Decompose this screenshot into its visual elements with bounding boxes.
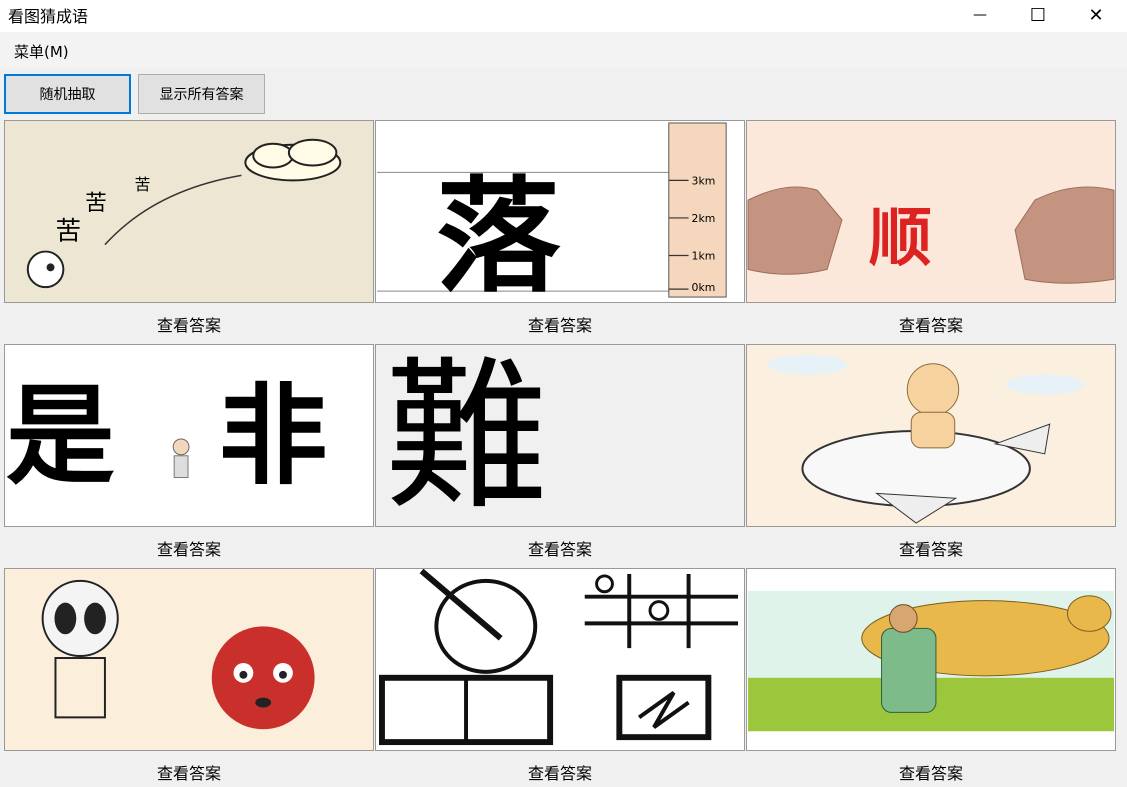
view-answer-link[interactable]: 查看答案 [4, 312, 374, 336]
title-bar: 看图猜成语 — ☐ ✕ [0, 0, 1127, 32]
ruler-label: 0km [692, 281, 716, 294]
show-all-answers-button[interactable]: 显示所有答案 [138, 74, 265, 114]
qin-qi-shu-hua-icon [379, 569, 739, 746]
close-icon: ✕ [1088, 4, 1104, 26]
view-answer-link[interactable]: 查看答案 [4, 536, 374, 560]
bitter-char: 苦 [85, 191, 107, 216]
puzzle-tile-7[interactable] [4, 568, 374, 751]
skeleton-hair-icon [41, 579, 315, 730]
puzzle-tile-9[interactable] [746, 568, 1116, 751]
view-answer-link[interactable]: 查看答案 [746, 536, 1116, 560]
shi-fei-icon: 是 非 [6, 373, 328, 500]
man-leopard-icon [748, 590, 1114, 732]
view-answer-link[interactable]: 查看答案 [4, 760, 374, 784]
view-answer-link[interactable]: 查看答案 [375, 536, 745, 560]
luo-ruler-icon: 3km 2km 1km 0km 落 [377, 122, 727, 302]
puzzle-tile-1[interactable]: 苦 苦 苦 [4, 120, 374, 303]
shi-char: 是 [6, 373, 115, 500]
nan-char: 難 [385, 345, 548, 526]
puzzle-tile-8[interactable] [375, 568, 745, 751]
view-answer-link[interactable]: 查看答案 [746, 312, 1116, 336]
close-button[interactable]: ✕ [1067, 0, 1125, 30]
ruler-label: 2km [692, 212, 716, 225]
puzzle-tile-2[interactable]: 3km 2km 1km 0km 落 [375, 120, 745, 303]
bitter-char: 苦 [55, 217, 81, 247]
shun-hands-icon: 顺 [747, 186, 1115, 284]
view-answer-link[interactable]: 查看答案 [746, 760, 1116, 784]
maximize-button[interactable]: ☐ [1009, 0, 1067, 30]
minimize-icon: — [973, 7, 987, 23]
window-title: 看图猜成语 [8, 7, 89, 26]
minimize-button[interactable]: — [951, 0, 1009, 30]
random-draw-button[interactable]: 随机抽取 [4, 74, 131, 114]
ruler-label: 1km [692, 249, 716, 262]
bitter-cloud-icon: 苦 苦 苦 [26, 138, 342, 289]
menu-bar: 菜单(M) [0, 32, 1127, 68]
puzzle-tile-4[interactable]: 是 非 [4, 344, 374, 527]
view-answer-link[interactable]: 查看答案 [375, 312, 745, 336]
puzzle-tile-6[interactable] [746, 344, 1116, 527]
shun-char: 顺 [869, 200, 932, 274]
puzzle-tile-5[interactable]: 難 [375, 344, 745, 527]
plane-rider-icon [767, 354, 1085, 524]
menu-main[interactable]: 菜单(M) [14, 41, 69, 62]
luo-char: 落 [436, 165, 561, 302]
bitter-char: 苦 [135, 175, 151, 194]
split-nan-icon: 難 [385, 345, 548, 526]
fei-char: 非 [219, 373, 328, 500]
ruler-label: 3km [692, 174, 716, 187]
maximize-icon: ☐ [1029, 4, 1047, 26]
puzzle-tile-3[interactable]: 顺 [746, 120, 1116, 303]
view-answer-link[interactable]: 查看答案 [375, 760, 745, 784]
